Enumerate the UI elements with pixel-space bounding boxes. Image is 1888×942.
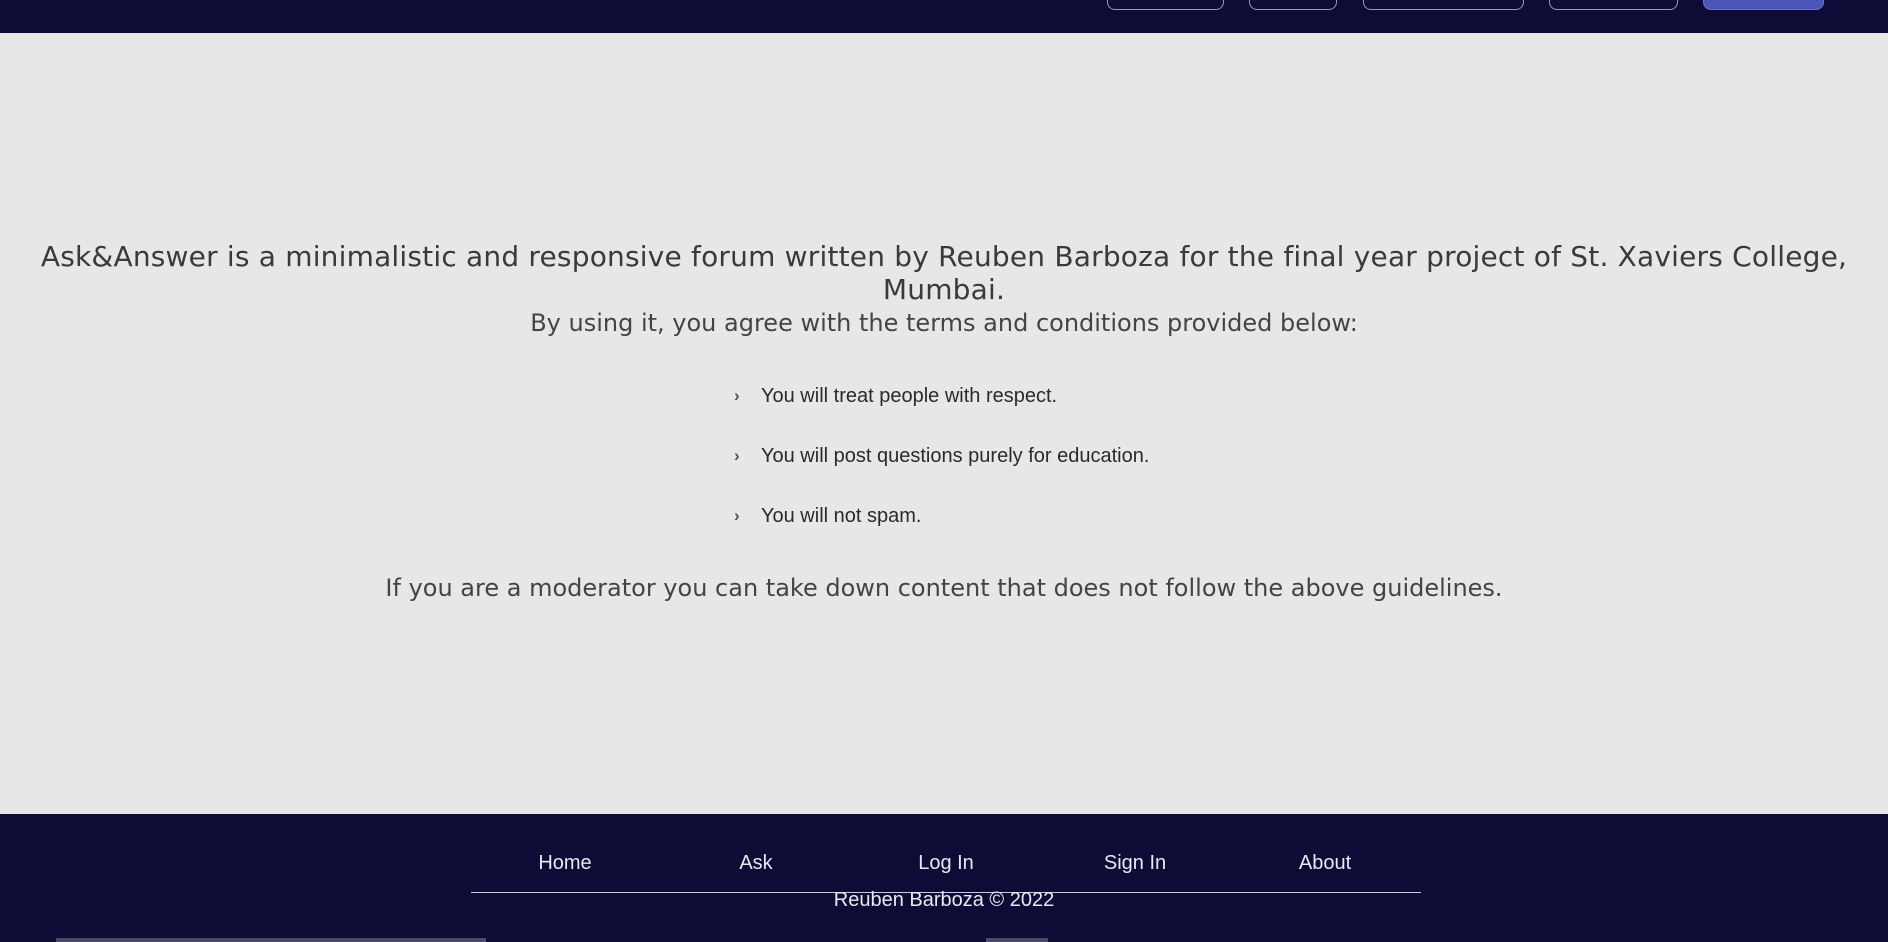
top-nav-button-4[interactable] — [1549, 0, 1678, 10]
rule-text: You will post questions purely for educa… — [761, 445, 1150, 467]
top-nav-button-1[interactable] — [1107, 0, 1224, 10]
rule-text: You will treat people with respect. — [761, 385, 1058, 407]
chevron-right-icon: › — [734, 506, 740, 525]
chevron-right-icon: › — [734, 446, 740, 465]
copyright-text: Reuben Barboza © 2022 — [833, 889, 1055, 911]
footer-link-about[interactable]: About — [1299, 852, 1351, 875]
footer: Home Ask Log In Sign In About Reuben Bar… — [0, 814, 1888, 942]
chevron-right-icon: › — [734, 386, 740, 405]
footer-nav: Home Ask Log In Sign In About — [471, 840, 1421, 893]
footer-link-ask[interactable]: Ask — [739, 852, 772, 875]
top-nav-button-3[interactable] — [1363, 0, 1524, 10]
footer-link-signin[interactable]: Sign In — [1104, 852, 1166, 875]
rule-text: You will not spam. — [761, 505, 922, 527]
top-nav-button-2[interactable] — [1249, 0, 1337, 10]
rule-item: › You will treat people with respect. — [734, 381, 1149, 441]
about-headline: Ask&Answer is a minimalistic and respons… — [40, 240, 1848, 306]
rule-item: › You will post questions purely for edu… — [734, 441, 1149, 501]
about-content: Ask&Answer is a minimalistic and respons… — [0, 33, 1888, 814]
footer-link-home[interactable]: Home — [538, 852, 591, 875]
moderator-note: If you are a moderator you can take down… — [385, 574, 1503, 602]
footer-link-login[interactable]: Log In — [918, 852, 974, 875]
terms-intro: By using it, you agree with the terms an… — [530, 309, 1358, 337]
top-navbar — [0, 0, 1888, 33]
scrollbar-segment — [986, 938, 1048, 942]
top-nav-primary-button[interactable] — [1703, 0, 1824, 10]
horizontal-scrollbar-thumb[interactable] — [56, 938, 486, 942]
rule-item: › You will not spam. — [734, 501, 1149, 561]
rules-list: › You will treat people with respect. › … — [734, 381, 1149, 561]
